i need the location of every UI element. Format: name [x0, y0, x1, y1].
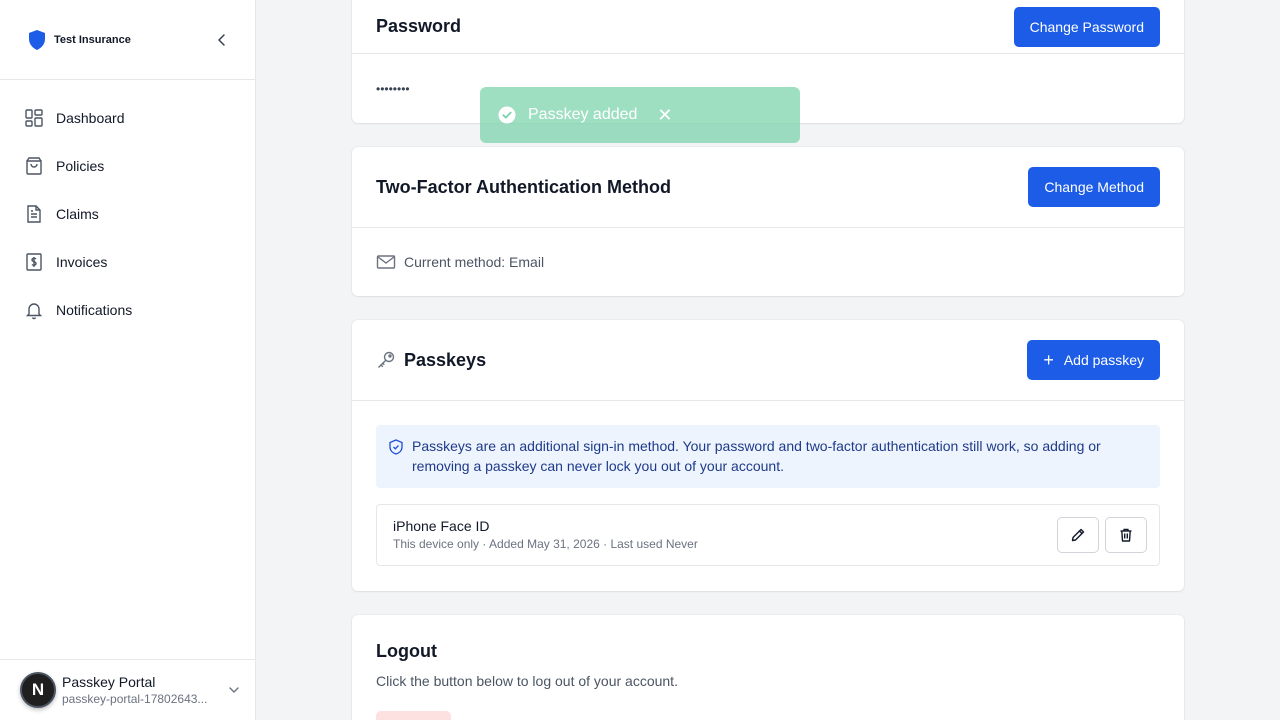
password-masked-value: ••••••••	[376, 82, 410, 96]
sidebar-nav: Dashboard Policies Claims Invoices Notif…	[0, 80, 255, 334]
passkeys-info-box: Passkeys are an additional sign-in metho…	[376, 425, 1160, 488]
sidebar-item-policies[interactable]: Policies	[0, 142, 255, 190]
change-password-button[interactable]: Change Password	[1013, 6, 1160, 47]
sidebar-item-dashboard[interactable]: Dashboard	[0, 94, 255, 142]
sidebar-item-invoices[interactable]: Invoices	[0, 238, 255, 286]
plus-icon: +	[1043, 350, 1054, 370]
brand-name: Test Insurance	[54, 33, 131, 46]
two-factor-title: Two-Factor Authentication Method	[376, 176, 671, 197]
passkey-name: iPhone Face ID	[393, 518, 490, 534]
shield-check-icon	[389, 439, 403, 455]
sidebar-item-claims[interactable]: Claims	[0, 190, 255, 238]
rename-passkey-button[interactable]	[1057, 517, 1099, 553]
sidebar-item-label: Invoices	[56, 254, 108, 270]
passkeys-card-header: Passkeys + Add passkey	[352, 320, 1184, 401]
passkey-meta: This device only · Added May 31, 2026 · …	[393, 537, 698, 551]
invoice-dollar-icon	[26, 253, 42, 271]
mail-icon	[376, 255, 396, 269]
org-switcher[interactable]: N Passkey Portal passkey-portal-17802643…	[0, 659, 256, 720]
shopping-bag-icon	[26, 157, 42, 175]
current-method-row: Current method: Email	[352, 228, 1184, 296]
close-icon[interactable]: ✕	[657, 106, 672, 124]
org-avatar: N	[20, 672, 56, 708]
trash-icon	[1120, 528, 1132, 542]
passkey-list-item: iPhone Face ID This device only · Added …	[376, 504, 1160, 566]
logout-card: Logout Click the button below to log out…	[352, 615, 1184, 720]
org-name: Passkey Portal	[62, 674, 156, 690]
password-title: Password	[376, 16, 462, 36]
add-passkey-button[interactable]: + Add passkey	[1027, 340, 1160, 380]
bell-icon	[25, 303, 43, 320]
current-method-text: Current method: Email	[404, 254, 545, 270]
logout-title: Logout	[376, 641, 437, 661]
document-icon	[27, 205, 41, 223]
sidebar-item-notifications[interactable]: Notifications	[0, 286, 255, 334]
delete-passkey-button[interactable]	[1105, 517, 1147, 553]
password-card-header: Password Change Password	[352, 0, 1184, 54]
collapse-sidebar-button[interactable]	[212, 30, 232, 50]
logout-button[interactable]	[376, 711, 451, 720]
logout-description: Click the button below to log out of you…	[376, 673, 678, 689]
passkeys-title-wrap: Passkeys	[376, 350, 486, 371]
sidebar-item-label: Claims	[56, 206, 99, 222]
passkey-actions	[1057, 517, 1147, 553]
shield-logo-icon	[29, 29, 45, 50]
org-id: passkey-portal-17802643...	[62, 692, 208, 706]
chevron-down-icon	[229, 687, 239, 693]
passkeys-card: Passkeys + Add passkey Passkeys are an a…	[352, 320, 1184, 591]
check-circle-icon	[498, 106, 516, 124]
sidebar-item-label: Policies	[56, 158, 105, 174]
pencil-icon	[1071, 528, 1085, 542]
passkeys-title: Passkeys	[404, 349, 487, 370]
two-factor-card: Two-Factor Authentication Method Change …	[352, 147, 1184, 296]
sidebar: Test Insurance Dashboard Policies Claims	[0, 0, 256, 720]
passkeys-info-text: Passkeys are an additional sign-in metho…	[412, 438, 1101, 474]
passkey-details: iPhone Face ID This device only · Added …	[393, 517, 698, 553]
success-toast: Passkey added ✕	[480, 87, 800, 143]
org-text: Passkey Portal passkey-portal-17802643..…	[62, 673, 214, 707]
add-passkey-label: Add passkey	[1063, 352, 1144, 368]
toast-message: Passkey added	[528, 106, 638, 123]
chevron-left-icon	[218, 34, 225, 46]
key-icon	[378, 351, 395, 368]
sidebar-item-label: Dashboard	[56, 110, 125, 126]
sidebar-item-label: Notifications	[56, 302, 133, 318]
dashboard-icon	[25, 109, 43, 127]
two-factor-card-header: Two-Factor Authentication Method Change …	[352, 147, 1184, 228]
change-method-button[interactable]: Change Method	[1028, 167, 1160, 207]
brand: Test Insurance	[0, 0, 255, 80]
